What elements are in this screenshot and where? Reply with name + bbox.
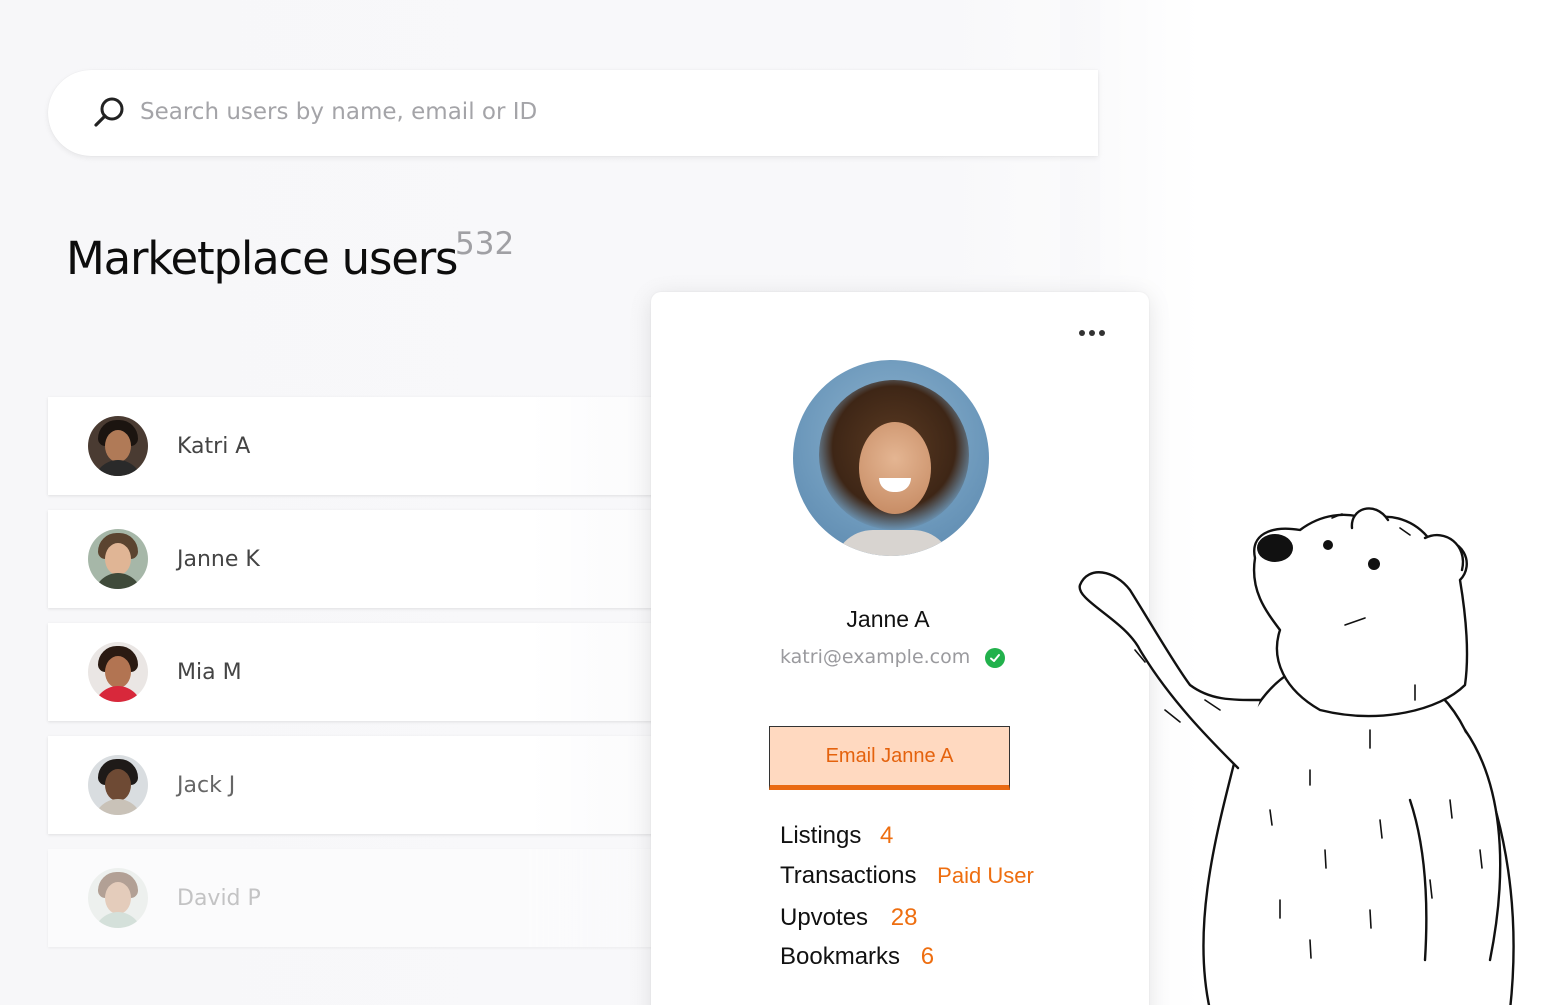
avatar	[88, 642, 148, 702]
user-name: David P	[177, 885, 261, 911]
email-user-button[interactable]: Email Janne A	[769, 726, 1010, 790]
bear-illustration	[1078, 507, 1515, 1005]
stat-value: 6	[920, 943, 935, 970]
list-item-user[interactable]: Janne K	[48, 510, 688, 608]
stat-label: Upvotes	[780, 904, 869, 931]
profile-email: katri@example.com	[780, 646, 971, 668]
page-title: Marketplace users	[66, 232, 458, 285]
list-item-user[interactable]: David P	[48, 849, 688, 947]
user-name: Mia M	[177, 659, 242, 685]
user-name: Janne K	[177, 546, 260, 572]
stat-bookmarks: Bookmarks 6	[780, 943, 934, 971]
avatar	[88, 868, 148, 928]
list-item-user[interactable]: Jack J	[48, 736, 688, 834]
list-item-user[interactable]: Katri A	[48, 397, 688, 495]
stat-value: 4	[880, 822, 894, 849]
verified-check-icon	[985, 648, 1005, 668]
search-input[interactable]	[140, 92, 1040, 132]
list-item-user[interactable]: Mia M	[48, 623, 688, 721]
stat-label: Transactions	[780, 862, 917, 889]
stat-listings: Listings 4	[780, 822, 893, 850]
avatar	[88, 416, 148, 476]
stat-label: Bookmarks	[780, 943, 901, 970]
profile-name: Janne A	[846, 606, 930, 632]
stat-transactions: Transactions Paid User	[780, 862, 1034, 890]
avatar	[88, 529, 148, 589]
stat-label: Listings	[780, 822, 862, 849]
stat-value: Paid User	[937, 863, 1034, 888]
search-icon	[94, 97, 124, 127]
profile-photo	[793, 360, 989, 556]
avatar	[88, 755, 148, 815]
user-name: Katri A	[177, 433, 251, 459]
more-options-icon[interactable]	[1079, 330, 1105, 336]
user-name: Jack J	[177, 772, 236, 798]
stat-upvotes: Upvotes 28	[780, 904, 917, 932]
search-bar[interactable]	[48, 70, 1098, 156]
user-count: 532	[455, 226, 515, 262]
stat-value: 28	[890, 904, 918, 931]
